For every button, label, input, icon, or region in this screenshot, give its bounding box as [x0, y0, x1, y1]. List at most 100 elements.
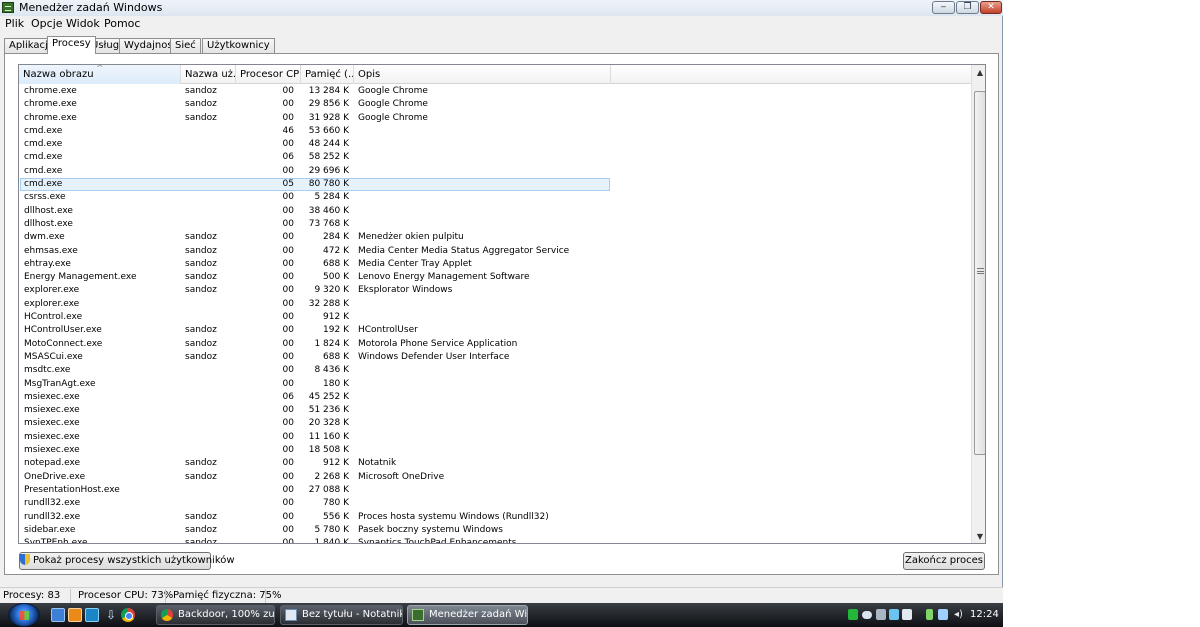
cell-user-name: sandoz	[185, 285, 217, 296]
cell-cpu: 00	[282, 405, 294, 416]
cell-memory: 31 928 K	[308, 112, 349, 123]
table-row[interactable]: chrome.exe sandoz 00 13 284 K Google Chrome	[19, 85, 971, 98]
process-list[interactable]: ^ Nazwa obrazu Nazwa uż... Procesor CPU …	[18, 64, 986, 544]
menu-help[interactable]: Pomoc	[104, 17, 140, 30]
clock[interactable]: 12:24	[970, 609, 999, 620]
title-bar[interactable]: Menedżer zadań Windows ‒ ❐ ✕	[0, 0, 1003, 16]
close-button[interactable]: ✕	[980, 1, 1002, 14]
table-row[interactable]: HControlUser.exe sandoz 00 192 K HControlUse…	[19, 324, 971, 337]
taskbar-item-notepad[interactable]: Bez tytułu - Notatnik	[280, 605, 403, 625]
security-icon[interactable]	[902, 609, 912, 620]
table-row[interactable]: ehmsas.exe sandoz 00 472 K Media Center Medi…	[19, 245, 971, 258]
cell-memory: 29 856 K	[308, 99, 349, 110]
cell-cpu: 00	[282, 245, 294, 256]
table-row[interactable]: dllhost.exe 00 73 768 K	[19, 218, 971, 231]
column-image-name[interactable]: ^ Nazwa obrazu	[19, 65, 181, 84]
maximize-button[interactable]: ❐	[956, 1, 979, 14]
cell-image-name: msiexec.exe	[24, 418, 80, 429]
cell-memory: 780 K	[323, 498, 349, 509]
task-manager-icon	[412, 609, 424, 621]
cell-memory: 500 K	[323, 272, 349, 283]
scrollbar-thumb[interactable]	[974, 91, 985, 455]
battery-icon[interactable]	[926, 609, 933, 620]
cell-image-name: msiexec.exe	[24, 405, 80, 416]
tab-users[interactable]: Użytkownicy	[202, 38, 275, 53]
table-row[interactable]: msiexec.exe 00 18 508 K	[19, 444, 971, 457]
show-desktop-icon[interactable]	[51, 608, 65, 622]
taskbar-item-task-manager[interactable]: Menedżer zadań Wi...	[407, 605, 528, 625]
vertical-scrollbar[interactable]: ▲ ▼	[971, 65, 985, 543]
volume-icon[interactable]: ◂)	[954, 609, 966, 620]
cell-image-name: dllhost.exe	[24, 205, 73, 216]
table-row[interactable]: MotoConnect.exe sandoz 00 1 824 K Motorola P…	[19, 338, 971, 351]
cell-memory: 1 840 K	[314, 538, 349, 544]
table-row[interactable]: rundll32.exe 00 780 K	[19, 497, 971, 510]
cell-user-name: sandoz	[185, 351, 217, 362]
table-row[interactable]: csrss.exe 00 5 284 K	[19, 191, 971, 204]
table-row[interactable]: cmd.exe 06 58 252 K	[19, 151, 971, 164]
table-row[interactable]: dwm.exe sandoz 00 284 K Menedżer okien pulpi…	[19, 231, 971, 244]
table-row[interactable]: msiexec.exe 06 45 252 K	[19, 391, 971, 404]
table-row[interactable]: explorer.exe 00 32 288 K	[19, 298, 971, 311]
menu-file[interactable]: Plik	[5, 17, 24, 30]
cell-image-name: HControl.exe	[24, 312, 83, 323]
table-row[interactable]: msiexec.exe 00 11 160 K	[19, 431, 971, 444]
table-row[interactable]: cmd.exe 46 53 660 K	[19, 125, 971, 138]
start-button[interactable]	[8, 603, 40, 627]
scroll-up-arrow-icon[interactable]: ▲	[972, 65, 985, 81]
end-process-button[interactable]: Zakończ proces	[903, 552, 985, 570]
show-all-processes-button[interactable]: Pokaż procesy wszystkich użytkowników	[19, 552, 235, 570]
menu-options[interactable]: Opcje	[31, 17, 63, 30]
minimize-button[interactable]: ‒	[932, 1, 955, 14]
table-row[interactable]: Energy Management.exe sandoz 00 500 K Lenovo…	[19, 271, 971, 284]
quick-launch-app-icon[interactable]	[85, 608, 99, 622]
chrome-icon[interactable]	[121, 608, 135, 622]
table-row[interactable]: PresentationHost.exe 00 27 088 K	[19, 484, 971, 497]
tab-network[interactable]: Sieć	[170, 38, 201, 53]
table-row[interactable]: MSASCui.exe sandoz 00 688 K Windows Defender…	[19, 351, 971, 364]
table-row[interactable]: cmd.exe 00 48 244 K	[19, 138, 971, 151]
taskbar-item-chrome[interactable]: Backdoor, 100% zuż...	[156, 605, 275, 625]
table-row[interactable]: SynTPEnh.exe sandoz 00 1 840 K Synaptics Tou…	[19, 537, 971, 544]
column-description[interactable]: Opis	[354, 65, 611, 84]
table-row[interactable]: msiexec.exe 00 51 236 K	[19, 404, 971, 417]
cell-memory: 912 K	[323, 312, 349, 323]
table-row[interactable]: sidebar.exe sandoz 00 5 780 K Pasek boczny s…	[19, 524, 971, 537]
cell-memory: 284 K	[323, 232, 349, 243]
onedrive-cloud-icon[interactable]	[862, 611, 872, 619]
table-row[interactable]: cmd.exe 05 80 780 K	[19, 178, 971, 192]
table-row[interactable]: notepad.exe sandoz 00 912 K Notatnik	[19, 457, 971, 470]
column-user-name[interactable]: Nazwa uż...	[181, 65, 236, 84]
status-divider	[165, 589, 166, 603]
column-cpu[interactable]: Procesor CPU	[236, 65, 301, 84]
table-row[interactable]: dllhost.exe 00 38 460 K	[19, 205, 971, 218]
cell-cpu: 00	[282, 498, 294, 509]
tab-processes[interactable]: Procesy	[47, 36, 96, 54]
table-row[interactable]: rundll32.exe sandoz 00 556 K Proces hosta sy…	[19, 511, 971, 524]
cell-image-name: HControlUser.exe	[24, 325, 102, 336]
table-row[interactable]: explorer.exe sandoz 00 9 320 K Eksplorator W…	[19, 284, 971, 297]
printer-icon[interactable]	[876, 609, 886, 620]
table-row[interactable]: MsgTranAgt.exe 00 180 K	[19, 378, 971, 391]
table-row[interactable]: ehtray.exe sandoz 00 688 K Media Center Tray…	[19, 258, 971, 271]
table-row[interactable]: HControl.exe 00 912 K	[19, 311, 971, 324]
cell-cpu: 00	[282, 378, 294, 389]
table-row[interactable]: chrome.exe sandoz 00 29 856 K Google Chrome	[19, 98, 971, 111]
cell-cpu: 00	[282, 99, 294, 110]
task-manager-window: Menedżer zadań Windows ‒ ❐ ✕ Plik Opcje …	[0, 0, 1003, 603]
table-row[interactable]: chrome.exe sandoz 00 31 928 K Google Chrome	[19, 112, 971, 125]
menu-view[interactable]: Widok	[66, 17, 100, 30]
cell-user-name: sandoz	[185, 524, 217, 535]
scroll-down-arrow-icon[interactable]: ▼	[972, 529, 985, 543]
table-row[interactable]: cmd.exe 00 29 696 K	[19, 165, 971, 178]
network-app-icon[interactable]	[889, 609, 899, 620]
tray-status-icon[interactable]	[848, 609, 858, 620]
network-monitor-icon[interactable]	[938, 609, 948, 620]
cell-description: Microsoft OneDrive	[358, 471, 445, 482]
download-icon[interactable]: ⇩	[104, 608, 118, 622]
table-row[interactable]: OneDrive.exe sandoz 00 2 268 K Microsoft One…	[19, 471, 971, 484]
media-player-icon[interactable]	[68, 608, 82, 622]
table-row[interactable]: msdtc.exe 00 8 436 K	[19, 364, 971, 377]
table-row[interactable]: msiexec.exe 00 20 328 K	[19, 417, 971, 430]
column-memory[interactable]: Pamięć (...	[301, 65, 354, 84]
